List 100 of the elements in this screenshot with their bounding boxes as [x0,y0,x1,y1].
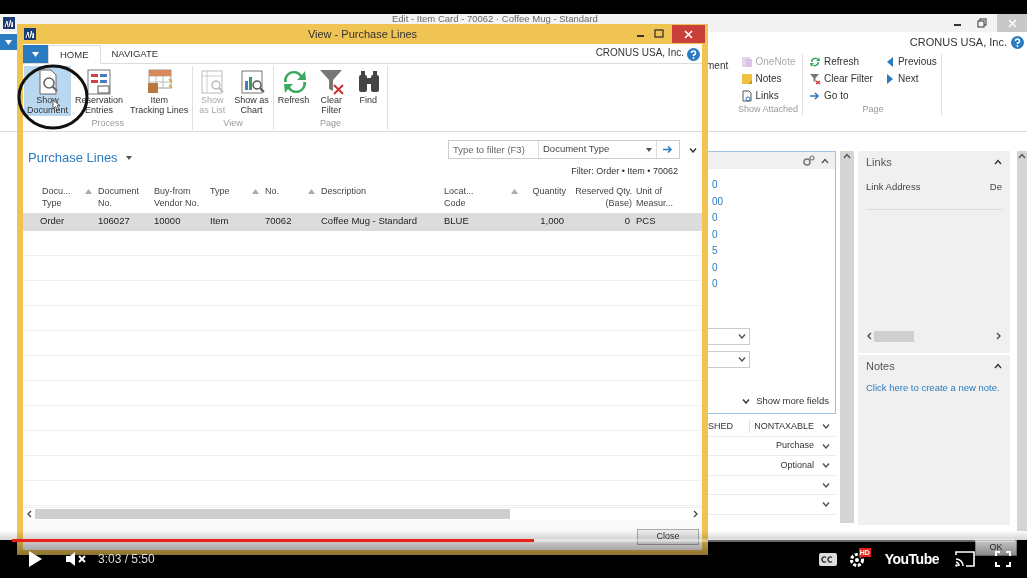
field-value: SHED [708,419,733,433]
ribbon-tab[interactable]: NAVIGATE [100,45,170,63]
new-note-link[interactable]: Click here to create a new note. [866,380,1002,395]
field-value[interactable]: 0 [712,178,835,195]
company-name: CRONUS USA, Inc. [595,46,684,60]
column-header[interactable]: Locat... Code [444,184,520,209]
close-button[interactable] [672,25,705,43]
field-value[interactable]: 0 [712,277,835,294]
table-cell-text: 106027 [98,214,131,229]
captions-icon[interactable] [818,552,837,566]
menu-tab[interactable] [23,45,48,63]
fullscreen-icon[interactable] [995,551,1011,567]
collapse-icon [821,157,829,164]
table-cell-text: 70062 [265,214,293,229]
column-header[interactable]: Unit of Measur... [636,184,698,209]
muted-speaker-icon[interactable] [66,551,88,567]
filter-clear-icon [317,67,346,95]
column-header[interactable]: Document No. [98,184,150,209]
ribbon-action[interactable]: Clear Filter [809,71,873,86]
scroll-up-icon [1018,153,1026,159]
table-cell-text: Item [210,214,230,229]
table-cell-text: 1,000 [539,214,565,229]
app-logo-icon [3,17,15,29]
field-value[interactable]: 5 [712,244,835,261]
table-cell-text: Order [39,214,66,229]
column-header[interactable]: Type [210,184,261,197]
ribbon-action[interactable]: Links [740,88,796,103]
field-value[interactable]: 0 [712,227,835,244]
filter-box[interactable]: Type to filter (F3) Document Type [448,140,680,159]
filter-input[interactable]: Type to filter (F3) [449,141,539,158]
refresh-icon [809,55,822,68]
restore-icon[interactable] [977,18,987,28]
field-value[interactable]: 0 [712,260,835,277]
window-title: Edit - Item Card - 70062 · Coffee Mug - Standard [392,14,598,24]
ribbon-action[interactable]: Previous [884,54,937,69]
column-header[interactable]: Quantity [524,184,566,197]
scrollbar-thumb[interactable] [35,509,510,519]
ok-button[interactable]: OK [975,540,1017,556]
ribbon-button[interactable]: Find [350,66,387,116]
sort-arrow-icon [252,188,259,194]
chevron-down-icon [822,423,830,430]
dropdown-field[interactable]: Purchase [775,439,830,453]
chevron-down-icon [742,397,751,404]
scrollbar[interactable] [1017,151,1027,531]
show-more-fields-button[interactable]: Show more fields [742,393,829,408]
column-header: De [989,179,1002,194]
ribbon-button[interactable]: Item Tracking Lines [127,66,192,116]
group-label: Process [91,116,124,130]
expand-icon[interactable] [689,146,697,153]
ribbon-button[interactable]: Refresh [274,66,313,116]
ribbon-action[interactable]: Refresh [809,54,873,69]
play-icon[interactable] [28,551,42,567]
sticky-note-icon [740,72,753,85]
ribbon-action[interactable]: Next [884,71,937,86]
horizontal-scrollbar[interactable] [866,329,1002,343]
column-header[interactable]: Docu... Type [42,184,94,209]
cast-icon[interactable] [955,551,975,567]
triangle-right-icon [884,72,895,85]
ribbon-action[interactable]: Go to [809,88,873,103]
sort-arrow-icon [511,188,518,194]
group-label: Page [320,116,342,130]
video-logo[interactable]: YouTube [884,548,939,570]
menu-tab[interactable] [0,34,17,50]
collapse-icon [994,363,1002,370]
help-icon[interactable] [1011,35,1024,49]
note-pages-icon [740,55,753,68]
dropdown-field[interactable]: NONTAXABLE [749,419,830,433]
progress-bar[interactable] [12,539,1015,542]
dropdown-field[interactable] [822,481,830,488]
dialog-title: View - Purchase Lines [307,26,418,42]
close-button[interactable]: Close [637,529,699,545]
table-row[interactable]: Order 106027 10000 Item 70062 Coffee Mug - Standard BLUE 1,000 0 PCS [23,212,702,231]
scrollbar-thumb[interactable] [874,330,914,342]
close-icon [684,29,693,39]
dropdown-field[interactable]: Optional [780,458,830,472]
scroll-right-icon [996,332,1002,340]
help-icon[interactable] [687,48,700,61]
column-header[interactable]: No. [265,184,317,197]
group-label: Page [862,103,884,116]
column-header[interactable]: Reserved Qty. (Base) [570,184,632,209]
column-header[interactable]: Description [321,184,440,197]
ribbon-tab[interactable]: HOME [48,45,101,64]
chevron-down-icon [822,442,830,449]
chevron-down-icon [822,462,830,469]
chevron-down-icon [738,333,746,339]
ribbon-button[interactable]: Clear Filter [313,66,350,116]
ribbon-action[interactable]: Notes [740,71,796,86]
field-value[interactable]: 0 [712,211,835,228]
filter-clear-icon [809,72,822,85]
grid-box-icon [145,67,174,95]
caret-icon [32,51,39,57]
maximize-icon[interactable] [654,29,664,39]
filter-field-dropdown[interactable]: Document Type [539,141,657,158]
field-value: Optional [780,458,814,472]
page-title-menu[interactable]: Purchase Lines [28,148,132,168]
ribbon-button[interactable]: Show as Chart [231,66,272,116]
column-header[interactable]: Buy-from Vendor No. [154,184,206,209]
field-value[interactable]: 00 [712,194,835,211]
dropdown-field[interactable] [822,501,830,508]
close-icon [1007,18,1017,28]
